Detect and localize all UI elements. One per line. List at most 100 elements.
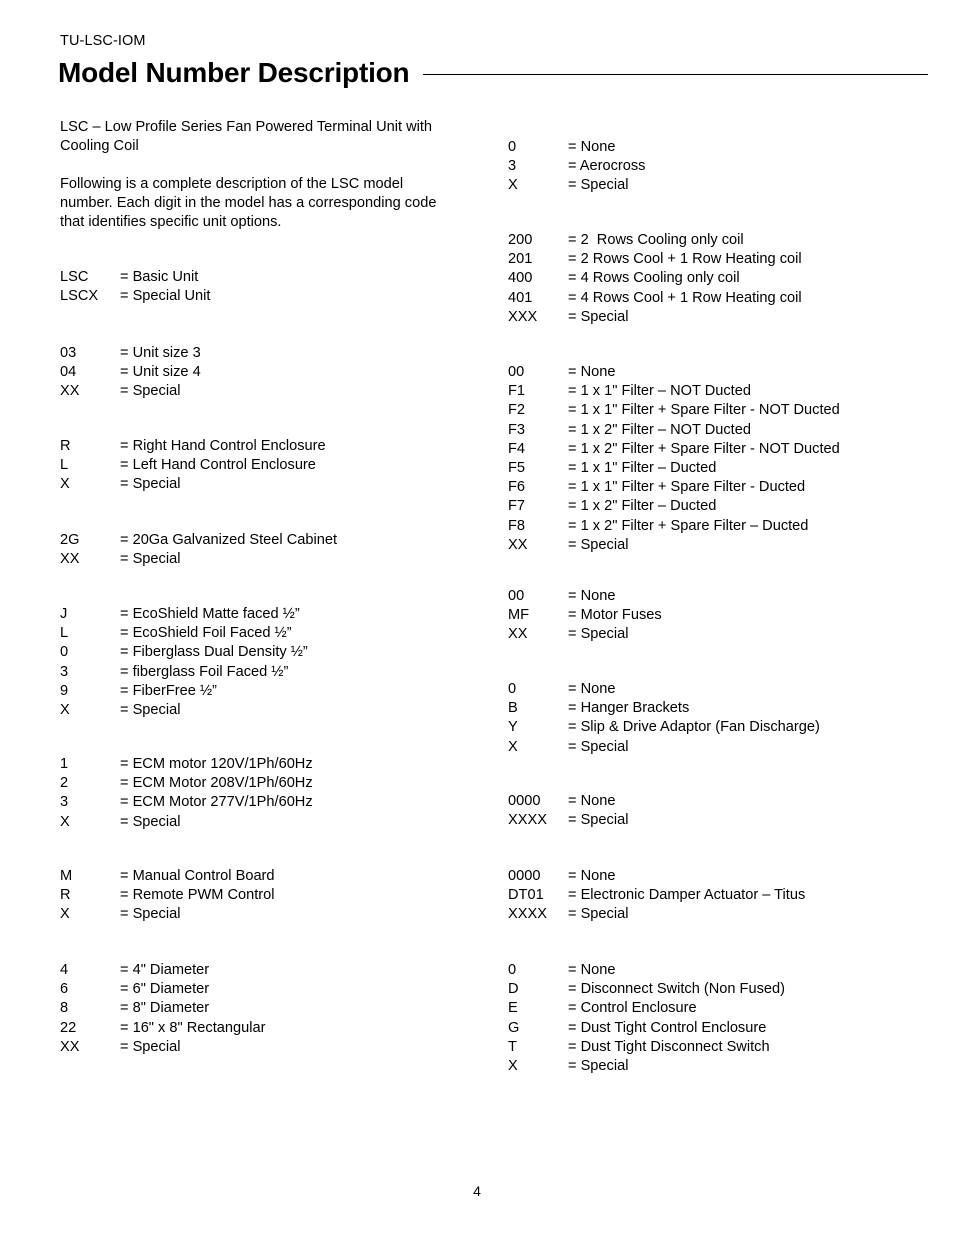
- code-group-coil-rows: 200 = 2 Rows Cooling only coil 201 = 2 Rows…: [508, 231, 938, 327]
- code-row: R = Remote PWM Control: [60, 886, 490, 905]
- option-description: = Special: [120, 701, 181, 718]
- option-code: J: [60, 606, 68, 622]
- option-code: MF: [508, 607, 530, 624]
- option-description: = Special: [568, 308, 629, 325]
- option-code: XXXX: [508, 812, 547, 829]
- code-row: X = Special: [60, 475, 490, 494]
- option-description: = Manual Control Board: [120, 868, 275, 884]
- page-header: Model Number Description: [58, 56, 928, 90]
- option-description: = Electronic Damper Actuator – Titus: [568, 887, 806, 904]
- option-code: T: [508, 1038, 517, 1055]
- option-code: X: [60, 701, 70, 718]
- code-row: 1 = ECM motor 120V/1Ph/60Hz: [60, 755, 490, 774]
- option-code: R: [60, 887, 71, 904]
- option-description: = Special: [120, 551, 181, 568]
- option-code: 0: [508, 681, 517, 697]
- code-row: 0 = Fiberglass Dual Density ½”: [60, 643, 490, 662]
- code-group-control-type: M = Manual Control Board R = Remote PWM Con…: [60, 867, 490, 925]
- option-description: = Special: [120, 813, 181, 830]
- code-row: X = Special: [60, 905, 490, 924]
- code-row: 4 = 4" Diameter: [60, 961, 490, 980]
- code-row: X = Special: [60, 813, 490, 832]
- code-group-inlet-size: 4 = 4" Diameter 6 = 6" Diameter 8 = 8" Diamet…: [60, 961, 490, 1057]
- option-description: = Aerocross: [568, 158, 646, 175]
- code-row: R = Right Hand Control Enclosure: [60, 437, 490, 456]
- code-row: XXX = Special: [508, 308, 938, 327]
- option-code: Y: [508, 719, 518, 736]
- option-description: = 20Ga Galvanized Steel Cabinet: [120, 532, 338, 548]
- option-code: XXXX: [508, 906, 547, 923]
- code-row: F3 = 1 x 2" Filter – NOT Ducted: [508, 421, 938, 440]
- option-description: = None: [568, 793, 616, 809]
- code-row: X = Special: [60, 701, 490, 720]
- option-code: D: [508, 981, 519, 998]
- option-description: = Slip & Drive Adaptor (Fan Discharge): [568, 719, 820, 736]
- option-description: = None: [568, 868, 616, 884]
- option-code: X: [508, 1057, 518, 1074]
- code-row: 401 = 4 Rows Cool + 1 Row Heating coil: [508, 289, 938, 308]
- option-code: E: [508, 1000, 518, 1017]
- option-description: = 1 x 2" Filter – NOT Ducted: [568, 421, 751, 438]
- intro-paragraph-1: LSC – Low Profile Series Fan Powered Ter…: [60, 119, 433, 155]
- document-page: TU-LSC-IOM Model Number Description LSC …: [0, 0, 954, 1235]
- option-code: X: [60, 813, 70, 830]
- code-row: XX = Special: [508, 625, 938, 644]
- option-description: = Left Hand Control Enclosure: [120, 457, 316, 474]
- code-row: F8 = 1 x 2" Filter + Spare Filter – Ducte…: [508, 517, 938, 536]
- option-code: F3: [508, 421, 526, 438]
- code-row: 03 = Unit size 3: [60, 344, 490, 363]
- option-code: F7: [508, 498, 526, 515]
- option-code: 201: [508, 251, 533, 268]
- page-title: Model Number Description: [58, 57, 410, 88]
- option-description: = 2 Rows Cool + 1 Row Heating coil: [568, 251, 802, 268]
- code-row: 3 = ECM Motor 277V/1Ph/60Hz: [60, 793, 490, 812]
- code-row: LSCX = Special Unit: [60, 287, 490, 306]
- code-row: X = Special: [508, 738, 938, 757]
- option-code: F5: [508, 459, 526, 476]
- option-description: = 4 Rows Cooling only coil: [568, 270, 740, 287]
- code-row: G = Dust Tight Control Enclosure: [508, 1019, 938, 1038]
- option-code: 3: [60, 794, 69, 811]
- code-row: F2 = 1 x 1" Filter + Spare Filter - NOT D…: [508, 401, 938, 420]
- option-code: 03: [60, 345, 77, 361]
- code-row: 2 = ECM Motor 208V/1Ph/60Hz: [60, 774, 490, 793]
- option-description: = Remote PWM Control: [120, 887, 275, 904]
- option-code: L: [60, 625, 69, 642]
- option-description: = Fiberglass Dual Density ½”: [120, 644, 308, 661]
- option-description: = Special: [568, 906, 629, 923]
- code-group-disconnect-enclosure: 0 = None D = Disconnect Switch (Non Fused) E…: [508, 961, 938, 1076]
- option-code: 8: [60, 1000, 69, 1017]
- intro-paragraph-2: Following is a complete description of t…: [60, 176, 437, 231]
- option-code: 00: [508, 588, 525, 604]
- option-description: = None: [568, 681, 616, 697]
- code-group-motor: 1 = ECM motor 120V/1Ph/60Hz 2 = ECM Motor 2…: [60, 755, 490, 832]
- option-code: XX: [60, 383, 80, 400]
- option-description: = Motor Fuses: [568, 607, 662, 624]
- code-row: 0 = None: [508, 680, 938, 699]
- code-group-cabinet: 2G = 20Ga Galvanized Steel Cabinet XX = Spe…: [60, 531, 490, 569]
- code-row: 0 = None: [508, 138, 938, 157]
- code-row: L = Left Hand Control Enclosure: [60, 456, 490, 475]
- code-row: 9 = FiberFree ½”: [60, 682, 490, 701]
- code-row: XXXX = Special: [508, 905, 938, 924]
- option-code: 200: [508, 232, 533, 248]
- option-description: = Special: [568, 738, 629, 755]
- option-code: 0000: [508, 793, 541, 809]
- code-row: XX = Special: [508, 536, 938, 555]
- code-row: 3 = fiberglass Foil Faced ½”: [60, 663, 490, 682]
- code-row: 00 = None: [508, 363, 938, 382]
- option-description: = Special: [120, 383, 181, 400]
- code-row: F4 = 1 x 2" Filter + Spare Filter - NOT D…: [508, 440, 938, 459]
- code-row: XXXX = Special: [508, 811, 938, 830]
- option-code: XX: [508, 626, 528, 643]
- code-row: F1 = 1 x 1" Filter – NOT Ducted: [508, 382, 938, 401]
- code-row: LSC = Basic Unit: [60, 268, 490, 287]
- option-code: DT01: [508, 887, 544, 904]
- option-code: 1: [60, 756, 69, 772]
- option-code: XX: [60, 1038, 80, 1055]
- option-description: = 1 x 1" Filter – Ducted: [568, 459, 717, 476]
- option-code: X: [60, 906, 70, 923]
- option-description: = Special: [568, 536, 629, 553]
- option-description: = None: [568, 588, 616, 604]
- option-description: = Dust Tight Control Enclosure: [568, 1019, 767, 1036]
